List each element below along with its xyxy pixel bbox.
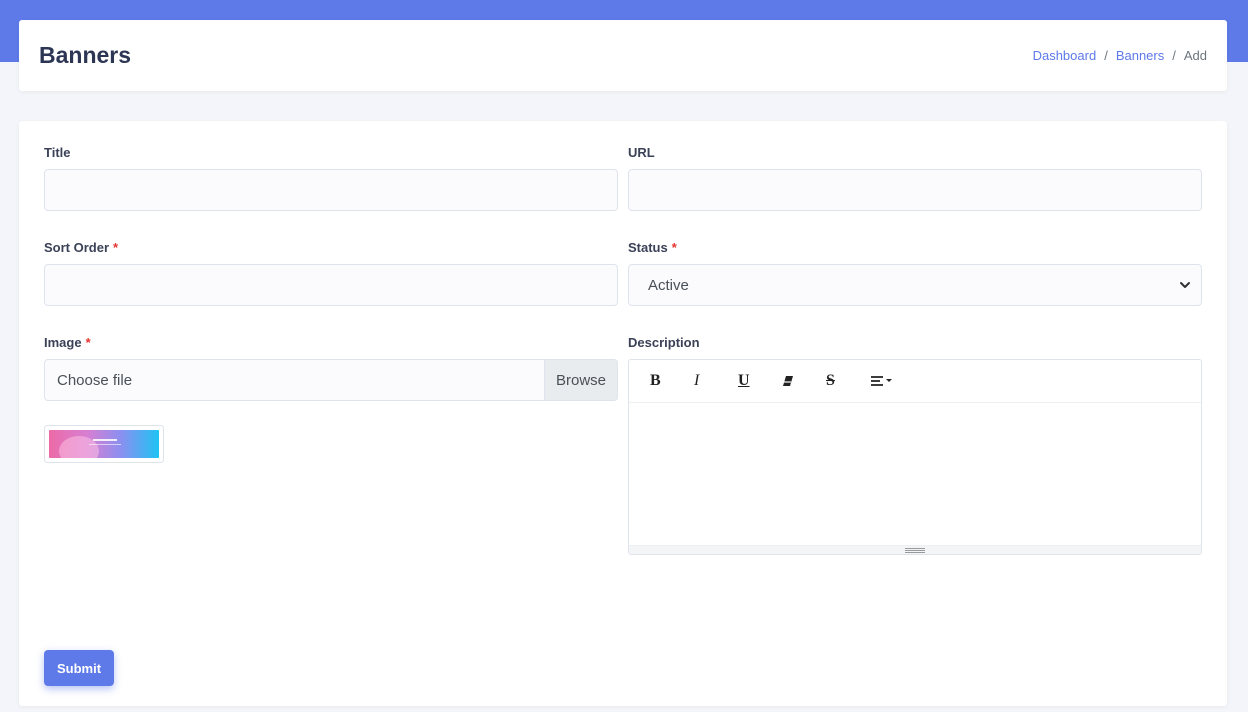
- breadcrumb-current: Add: [1183, 48, 1207, 63]
- description-label: Description: [628, 335, 700, 350]
- status-selected-value: Active: [648, 276, 689, 294]
- sort-order-label: Sort Order *: [44, 240, 119, 255]
- url-label: URL: [628, 145, 655, 160]
- title-input[interactable]: [44, 169, 618, 211]
- align-icon[interactable]: [862, 367, 906, 395]
- page-header: Banners Dashboard / Banners / Add: [19, 20, 1227, 91]
- image-preview-thumbnail: [44, 425, 164, 463]
- eraser-icon[interactable]: [774, 367, 818, 395]
- required-marker: *: [113, 240, 119, 255]
- breadcrumb-banners[interactable]: Banners: [1116, 48, 1164, 63]
- editor-resize-handle[interactable]: [629, 545, 1201, 554]
- file-input-placeholder: Choose file: [57, 371, 133, 389]
- strikethrough-icon[interactable]: S: [818, 367, 862, 395]
- breadcrumb-dashboard[interactable]: Dashboard: [1033, 48, 1097, 63]
- breadcrumb: Dashboard / Banners / Add: [1033, 48, 1207, 63]
- page-title: Banners: [39, 42, 132, 68]
- banner-preview-image: [49, 430, 159, 458]
- submit-button[interactable]: Submit: [44, 650, 114, 686]
- chevron-down-icon: [1180, 282, 1190, 288]
- breadcrumb-separator: /: [1172, 48, 1176, 63]
- italic-icon[interactable]: I: [686, 367, 730, 395]
- underline-icon[interactable]: U: [730, 367, 774, 395]
- title-label: Title: [44, 145, 71, 160]
- editor-toolbar: B I U S: [629, 360, 1201, 403]
- sort-order-input[interactable]: [44, 264, 618, 306]
- image-label: Image *: [44, 335, 91, 350]
- image-file-input[interactable]: Choose file Browse: [44, 359, 618, 401]
- resize-grip-icon: [905, 547, 925, 553]
- status-label: Status *: [628, 240, 677, 255]
- bold-icon[interactable]: B: [642, 367, 686, 395]
- required-marker: *: [671, 240, 677, 255]
- breadcrumb-separator: /: [1104, 48, 1108, 63]
- browse-button[interactable]: Browse: [544, 360, 617, 400]
- editor-content-area[interactable]: [629, 403, 1201, 546]
- banner-form: Title URL Sort Order * Status * Active Ima…: [19, 121, 1227, 706]
- status-select[interactable]: Active: [628, 264, 1202, 306]
- required-marker: *: [85, 335, 91, 350]
- url-input[interactable]: [628, 169, 1202, 211]
- description-editor: B I U S: [628, 359, 1202, 555]
